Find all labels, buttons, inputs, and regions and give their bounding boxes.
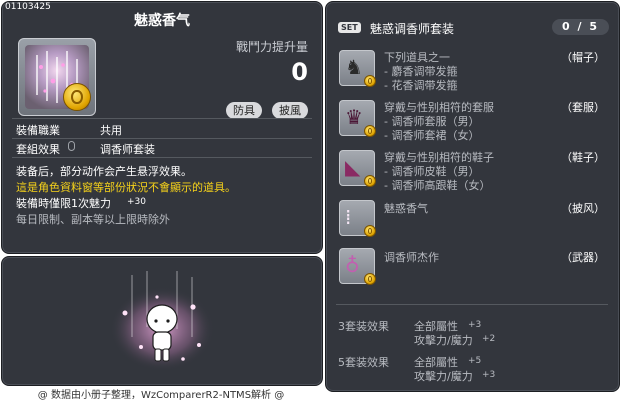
set-slot-shoes: ◣: [339, 150, 376, 187]
item-description: 装备后，部分动作会产生悬浮效果。: [16, 165, 192, 178]
set-entry-outfit-category: （套服）: [561, 101, 605, 114]
set-slot-hat: ♞: [339, 50, 376, 87]
job-label: 裝備職業: [16, 124, 60, 137]
tag-cape: 披風: [272, 102, 308, 119]
perfume-icon: ♁: [345, 253, 360, 277]
combat-power-value: 0: [291, 58, 308, 86]
set-entry-weapon-title: 调香师杰作: [384, 251, 439, 264]
set-entry-cape-title: 魅惑香气: [384, 202, 428, 215]
set-bonus-3-label: 3套装效果: [338, 320, 389, 333]
gold-coin-icon: [364, 175, 376, 187]
data-source-footer: @ 数据由小册子整理，WzComparerR2-NTMS解析 @: [37, 390, 285, 401]
item-icon-frame: [18, 38, 96, 116]
set-bonus-5-value: +5: [468, 356, 482, 366]
gold-coin-icon: [364, 75, 376, 87]
set-entry-hat-category: （帽子）: [561, 51, 605, 64]
set-slot-weapon: ♁: [339, 248, 376, 285]
set-badge: SET: [338, 22, 361, 33]
cape-icon: ⁞: [345, 205, 352, 229]
set-effect-label: 套組效果: [16, 143, 60, 156]
gold-coin-icon: [364, 273, 376, 285]
set-entry-shoes-category: （鞋子）: [561, 151, 605, 164]
daily-limit-note: 每日限制、副本等以上限時除外: [16, 213, 170, 226]
hat-icon: ♞: [345, 55, 363, 79]
item-notice: 這是角色資料窗等部份狀況不會顯示的道具。: [16, 181, 236, 194]
gold-coin-icon: [364, 225, 376, 237]
tag-armor: 防具: [226, 102, 262, 119]
outfit-icon: ♛: [345, 105, 363, 129]
gold-coin-icon: [63, 83, 91, 111]
equip-limit-value: +30: [127, 197, 146, 207]
set-bonus-5-stat: 攻擊力/魔力: [414, 370, 473, 383]
set-info-panel: SET 魅惑调香师套装 0 / 5 ♞ 下列道具之一 - 麝香调带发箍 - 花香…: [325, 1, 620, 392]
set-effect-value: 调香师套装: [100, 143, 155, 156]
set-title: 魅惑调香师套装: [370, 22, 455, 36]
set-slot-outfit: ♛: [339, 100, 376, 137]
job-value: 共用: [100, 124, 122, 137]
equip-limit-label: 裝備時僅限1次魅力: [16, 197, 111, 210]
shoes-icon: ◣: [345, 155, 361, 179]
character-preview: [110, 271, 214, 371]
set-entry-hat-option: - 花香调带发箍: [384, 79, 458, 92]
set-progress-count: 0 / 5: [552, 19, 609, 35]
set-bonus-3-stat: 攻擊力/魔力: [414, 334, 473, 347]
set-bonus-3-value: +2: [482, 334, 496, 344]
set-entry-cape-category: （披风）: [561, 202, 605, 215]
item-name: 魅惑香气: [134, 13, 190, 29]
set-bonus-5-label: 5套装效果: [338, 356, 389, 369]
set-entry-outfit-option: - 调香师套裙（女）: [384, 129, 480, 142]
mouse-icon: [68, 141, 75, 151]
gold-coin-icon: [364, 125, 376, 137]
set-entry-weapon-category: （武器）: [561, 251, 605, 264]
set-bonus-3-value: +3: [468, 320, 482, 330]
character-preview-panel: [1, 256, 323, 386]
combat-power-label: 戰鬥力提升量: [235, 40, 308, 54]
set-entry-shoes-option: - 调香师高跟鞋（女）: [384, 179, 491, 192]
set-bonus-5-value: +3: [482, 370, 496, 380]
set-slot-cape: ⁞: [339, 200, 376, 237]
item-tooltip-panel: 01103425 魅惑香气 戰鬥力提升量 0 防具 披風 裝備職業 共用 套組效…: [1, 1, 323, 254]
